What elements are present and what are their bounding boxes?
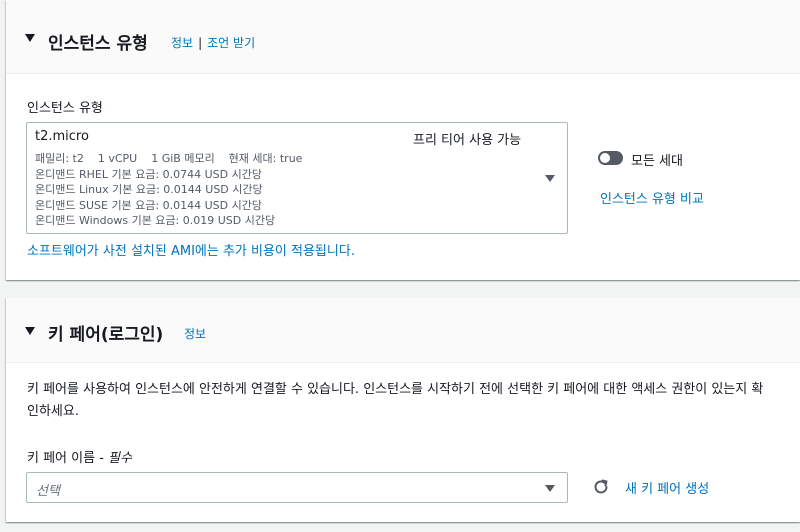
all-generations-toggle[interactable]	[598, 151, 623, 165]
key-pair-description: 키 페어를 사용하여 인스턴스에 안전하게 연결할 수 있습니다. 인스턴스를 …	[27, 382, 764, 419]
get-advice-link[interactable]: 조언 받기	[207, 36, 255, 50]
instance-type-select[interactable]: t2.micro 프리 티어 사용 가능 패밀리: t2 1 vCPU 1 Gi…	[26, 122, 568, 234]
pricing-rhel: 온디맨드 RHEL 기본 요금: 0.0744 USD 시간당	[35, 168, 262, 181]
instance-type-panel: 인스턴스 유형 정보 | 조언 받기 인스턴스 유형 t2.micro 프리 티어 …	[6, 0, 800, 280]
key-pair-select-placeholder: 선택	[36, 484, 60, 499]
refresh-icon[interactable]	[592, 478, 610, 496]
key-pair-title: 키 페어(로그인)	[48, 325, 164, 345]
required-label: 필수	[108, 451, 132, 466]
instance-type-field-label: 인스턴스 유형	[27, 101, 103, 116]
key-pair-info-link[interactable]: 정보	[184, 325, 206, 342]
selected-instance-name: t2.micro	[35, 129, 89, 144]
dropdown-arrow-icon	[545, 175, 555, 182]
toggle-knob	[600, 153, 610, 163]
instance-type-header-links: 정보 | 조언 받기	[171, 34, 255, 51]
key-pair-panel: 키 페어(로그인) 정보 키 페어를 사용하여 인스턴스에 안전하게 연결할 수…	[6, 298, 800, 522]
pricing-windows: 온디맨드 Windows 기본 요금: 0.019 USD 시간당	[35, 214, 276, 227]
all-generations-label: 모든 세대	[631, 154, 683, 169]
collapse-caret-icon[interactable]	[25, 327, 35, 335]
dropdown-arrow-icon	[545, 485, 555, 492]
create-key-pair-link[interactable]: 새 키 페어 생성	[625, 478, 709, 497]
instance-type-title: 인스턴스 유형	[48, 34, 148, 54]
instance-specs: 패밀리: t2 1 vCPU 1 GiB 메모리 현재 세대: true	[35, 152, 303, 165]
collapse-caret-icon[interactable]	[25, 34, 35, 42]
key-pair-name-label-text: 키 페어 이름 -	[27, 451, 109, 466]
instance-type-panel-header: 인스턴스 유형 정보 | 조언 받기	[6, 0, 800, 74]
pricing-suse: 온디맨드 SUSE 기본 요금: 0.0144 USD 시간당	[35, 199, 262, 212]
free-tier-label: 프리 티어 사용 가능	[413, 133, 522, 148]
info-link[interactable]: 정보	[171, 36, 193, 50]
link-separator: |	[198, 36, 203, 50]
compare-instance-types-link[interactable]: 인스턴스 유형 비교	[600, 188, 704, 207]
key-pair-select[interactable]: 선택	[26, 472, 568, 503]
pricing-linux: 온디맨드 Linux 기본 요금: 0.0144 USD 시간당	[35, 183, 263, 196]
key-pair-name-label: 키 페어 이름 - 필수	[27, 447, 132, 466]
ami-cost-notice: 소프트웨어가 사전 설치된 AMI에는 추가 비용이 적용됩니다.	[27, 244, 355, 259]
key-pair-panel-header: 키 페어(로그인) 정보	[6, 298, 800, 363]
